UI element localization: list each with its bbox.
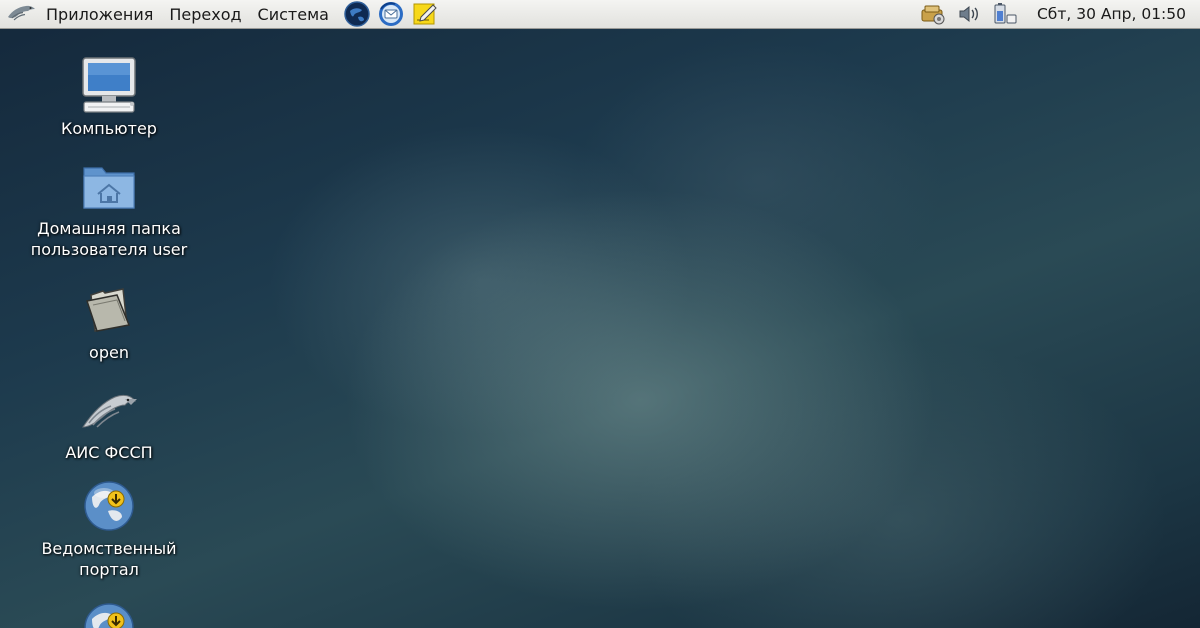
computer-icon [77,56,141,116]
desktop-icon-portal[interactable]: Ведомственный портал [9,476,209,580]
menu-applications[interactable]: Приложения [38,0,161,29]
top-panel: Приложения Переход Система Сбт, 30 Апр, … [0,0,1200,29]
volume-icon[interactable] [956,0,982,28]
desktop-icon-label: open [89,343,129,362]
folder-open-icon [77,280,141,340]
desktop-icon-ais-fssp[interactable]: АИС ФССП [9,380,209,463]
menu-places[interactable]: Переход [161,0,249,29]
desktop: Приложения Переход Система Сбт, 30 Апр, … [0,0,1200,628]
network-manager-icon[interactable] [920,0,946,28]
distro-logo-icon[interactable] [4,0,38,29]
globe-link-icon [77,598,141,628]
desktop-icon-label: Компьютер [61,119,157,138]
desktop-icon-label: Ведомственный портал [41,539,177,579]
mail-client-icon[interactable] [377,0,405,28]
desktop-icon-label: Домашняя папка пользователя user [30,219,188,259]
desktop-icon-label: АИС ФССП [65,443,153,462]
text-editor-icon[interactable] [411,0,439,28]
browser-globe-icon[interactable] [343,0,371,28]
desktop-icon-computer[interactable]: Компьютер [9,56,209,139]
desktop-icon-home-folder[interactable]: Домашняя папка пользователя user [9,156,209,260]
home-folder-icon [77,156,141,216]
battery-icon[interactable] [992,0,1018,28]
desktop-icon-open[interactable]: open [9,280,209,363]
clock[interactable]: Сбт, 30 Апр, 01:50 [1023,0,1200,29]
globe-link-icon [77,476,141,536]
eagle-logo-icon [77,380,141,440]
menu-system[interactable]: Система [250,0,337,29]
desktop-icon-partial[interactable] [9,598,209,628]
